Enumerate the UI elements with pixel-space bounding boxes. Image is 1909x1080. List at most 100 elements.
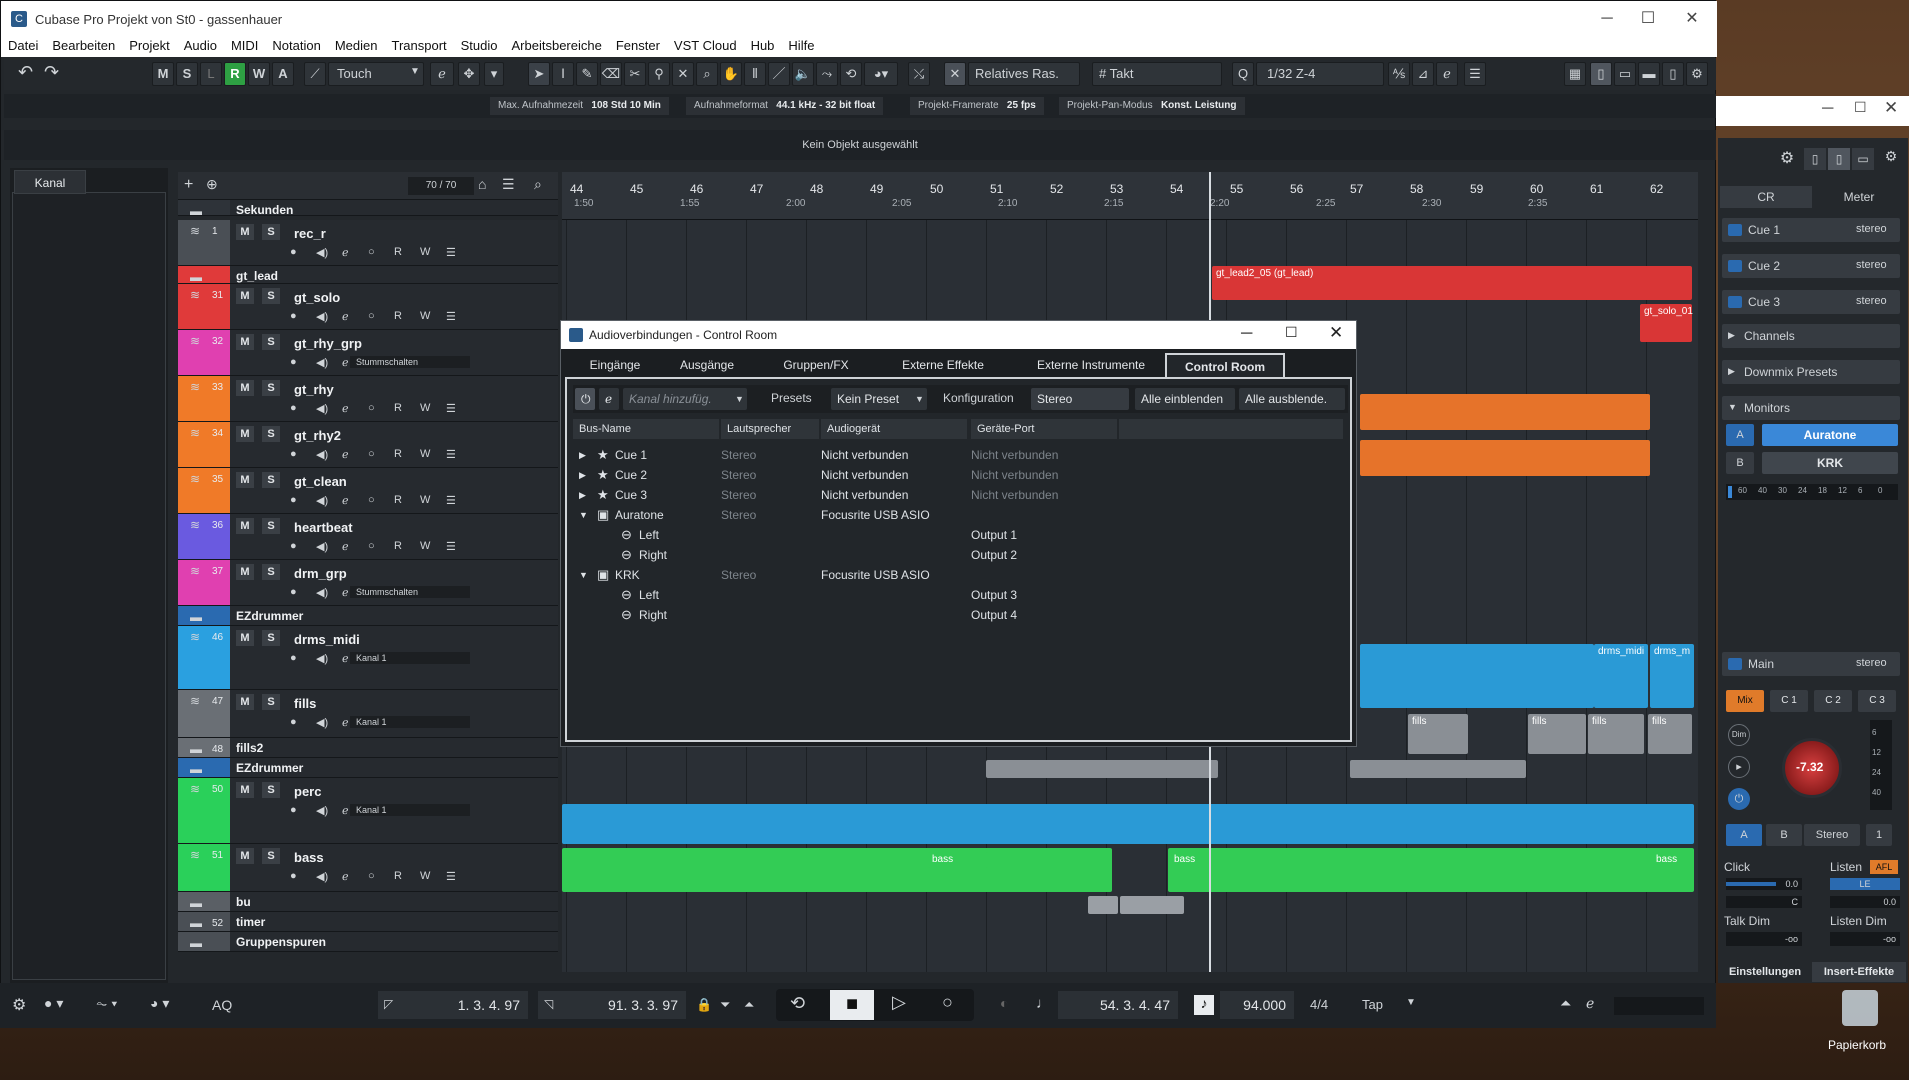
add-track-folder-icon[interactable]: ⊕	[206, 176, 218, 193]
bus-device[interactable]: Focusrite USB ASIO	[821, 565, 930, 585]
menu-transport[interactable]: Transport	[384, 35, 453, 56]
punch-in-icon[interactable]: ⏷	[720, 997, 730, 1013]
marker-icon[interactable]: ⏶	[1560, 995, 1571, 1012]
power-icon[interactable]	[1728, 658, 1742, 670]
monitor-icon[interactable]: ●	[290, 448, 297, 460]
bus-row[interactable]: ▶ ★ Cue 3 Stereo Nicht verbunden Nicht verbun…	[573, 485, 1348, 505]
track-row[interactable]: 47≋fillsMS●◀)ℯ○RW☰Kanal 1	[178, 690, 558, 738]
configuration-select[interactable]: Stereo	[1031, 388, 1129, 410]
right-zone-icon[interactable]: ▯	[1662, 62, 1684, 86]
record-enable-icon[interactable]: ○	[368, 246, 375, 258]
search-icon[interactable]: ⌕	[534, 176, 542, 193]
write-button[interactable]: W	[420, 310, 430, 322]
track-name[interactable]: drm_grp	[294, 566, 347, 581]
tab-externe-instrumente[interactable]: Externe Instrumente	[1011, 353, 1171, 377]
audio-clip[interactable]	[1088, 896, 1118, 914]
menu-medien[interactable]: Medien	[328, 35, 385, 56]
track-row[interactable]: 35 ≋ gt_clean M S ● ◀) ℯ ○ R W ☰	[178, 468, 558, 514]
edit-icon[interactable]: ℯ	[430, 62, 454, 86]
right-locator-icon[interactable]: ◹	[544, 997, 553, 1011]
speaker-icon[interactable]: ◀)	[316, 448, 328, 461]
track-row[interactable]: ▬ gt_lead	[178, 266, 558, 284]
tab-cr[interactable]: CR	[1720, 186, 1812, 208]
edit-icon[interactable]: ℯ	[342, 246, 349, 259]
mute-button[interactable]: M	[236, 630, 254, 646]
bus-row[interactable]: ▼ ▣ Auratone Stereo Focusrite USB ASIO	[573, 505, 1348, 525]
bus-device[interactable]: Nicht verbunden	[821, 465, 908, 485]
monitor-icon[interactable]: ●	[290, 246, 297, 258]
minimize-icon[interactable]: ─	[1597, 9, 1617, 29]
zone-lower-icon[interactable]: ▭	[1852, 148, 1874, 170]
solo-button[interactable]: S	[262, 630, 280, 646]
maximize-icon[interactable]: ☐	[1285, 324, 1298, 341]
lanes-icon[interactable]: ☰	[446, 246, 456, 259]
mix-source-button[interactable]: C 2	[1814, 690, 1852, 712]
menu-bearbeiten[interactable]: Bearbeiten	[45, 35, 122, 56]
close-icon[interactable]: ✕	[1884, 98, 1898, 118]
speaker-icon[interactable]: ◀)	[316, 494, 328, 507]
track-sub-select[interactable]: Stummschalten	[350, 356, 470, 368]
read-button[interactable]: R	[394, 448, 402, 460]
mute-button[interactable]: M	[236, 518, 254, 534]
write-button[interactable]: W	[420, 246, 430, 258]
monitor-icon[interactable]: ●	[290, 540, 297, 552]
monitor-select-button[interactable]: A	[1726, 424, 1754, 446]
track-color-strip[interactable]	[178, 220, 230, 265]
track-sub-select[interactable]: Kanal 1	[350, 652, 470, 664]
reference-icon[interactable]: ▸	[1728, 756, 1750, 778]
automation-icon[interactable]: ⟋	[304, 62, 326, 86]
close-icon[interactable]: ✕	[1682, 9, 1702, 29]
solo-button[interactable]: S	[262, 782, 280, 798]
speaker-set-button[interactable]: A	[1726, 824, 1762, 846]
snap-toggle-icon[interactable]: ✕	[944, 62, 966, 86]
bus-speaker[interactable]: Stereo	[721, 465, 756, 485]
column-geraete-port[interactable]: Geräte-Port	[971, 419, 1117, 439]
pointer-tool-icon[interactable]: ➤	[528, 62, 550, 86]
listen-all-button[interactable]: L	[200, 62, 222, 86]
tab-insert-effekte[interactable]: Insert-Effekte	[1812, 962, 1906, 982]
track-name[interactable]: gt_clean	[294, 474, 347, 489]
solo-all-button[interactable]: S	[176, 62, 198, 86]
read-all-button[interactable]: R	[224, 62, 246, 86]
midi-clip[interactable]: bass	[928, 852, 988, 868]
read-button[interactable]: R	[394, 870, 402, 882]
settings-gear-icon[interactable]: ⚙	[12, 995, 26, 1015]
align-icon[interactable]: ☰	[1464, 62, 1486, 86]
edit-icon[interactable]: ℯ	[1586, 995, 1594, 1012]
track-name[interactable]: gt_rhy_grp	[294, 336, 362, 351]
edit-icon[interactable]: ℯ	[342, 870, 349, 883]
settings-gear-icon[interactable]: ⚙	[1880, 148, 1902, 170]
bus-speaker[interactable]: Stereo	[721, 505, 756, 525]
solo-button[interactable]: S	[262, 564, 280, 580]
range-tool-icon[interactable]: Ⅰ	[552, 62, 574, 86]
write-button[interactable]: W	[420, 494, 430, 506]
edit-icon[interactable]: ℯ	[342, 652, 349, 665]
listen-dim-value[interactable]: -oo	[1830, 932, 1900, 946]
tempo-display[interactable]: 94.000	[1220, 991, 1294, 1019]
track-name[interactable]: gt_lead	[236, 269, 278, 283]
read-button[interactable]: R	[394, 494, 402, 506]
track-row[interactable]: 1 ≋ rec_r M S ● ◀) ℯ ○ R W ☰	[178, 220, 558, 266]
audio-clip[interactable]: gt_solo_01	[1640, 304, 1693, 342]
hide-all-button[interactable]: Alle ausblende.	[1239, 388, 1345, 410]
track-row[interactable]: 31 ≋ gt_solo M S ● ◀) ℯ ○ R W ☰	[178, 284, 558, 330]
edit-icon[interactable]: ℯ	[342, 310, 349, 323]
edit-icon[interactable]: ℯ	[342, 448, 349, 461]
read-button[interactable]: R	[394, 540, 402, 552]
tab-ausgaenge[interactable]: Ausgänge	[667, 353, 747, 377]
mute-button[interactable]: M	[236, 426, 254, 442]
track-color-strip[interactable]	[178, 606, 230, 625]
solo-button[interactable]: S	[262, 518, 280, 534]
monitor-icon[interactable]: ●	[290, 310, 297, 322]
tab-meter[interactable]: Meter	[1814, 186, 1904, 208]
midi-clip[interactable]: fills	[1408, 714, 1468, 754]
pencil-tool-icon[interactable]: ✎	[576, 62, 598, 86]
comp-tool-icon[interactable]: ⫴	[744, 62, 766, 86]
track-visibility-icon[interactable]: ☰	[502, 176, 515, 193]
maximize-icon[interactable]: ☐	[1638, 9, 1658, 29]
chevron-down-icon[interactable]: ▼	[1406, 997, 1416, 1008]
track-row[interactable]: ▬ EZdrummer	[178, 606, 558, 626]
color-tool-icon[interactable]: ⟲	[840, 62, 862, 86]
mute-all-button[interactable]: M	[152, 62, 174, 86]
pan-mode[interactable]: Projekt-Pan-Modus Konst. Leistung	[1059, 97, 1245, 115]
